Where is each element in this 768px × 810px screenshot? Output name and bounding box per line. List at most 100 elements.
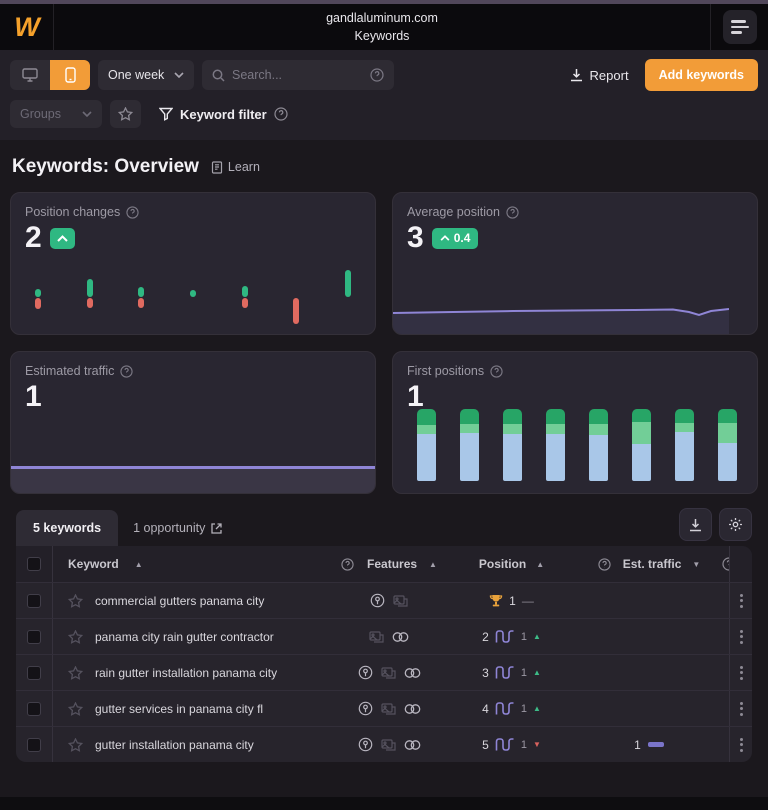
trend-up-badge: [50, 228, 75, 249]
row-checkbox[interactable]: [27, 702, 41, 716]
header-est-traffic[interactable]: Est. traffic▼: [569, 546, 729, 582]
first-positions-bar: [546, 409, 565, 481]
page-title: Keywords: Overview: [12, 156, 199, 178]
header-features[interactable]: Features▲: [324, 546, 454, 582]
row-est-traffic-cell: [569, 583, 729, 618]
header-position-label: Position: [479, 557, 526, 571]
chevron-up-icon: [57, 235, 68, 242]
image-icon: [381, 666, 396, 680]
tabs-row: 5 keywords 1 opportunity: [16, 508, 752, 546]
help-circle-icon[interactable]: [274, 107, 288, 121]
position-change-value: 1: [521, 703, 527, 715]
tab-keywords[interactable]: 5 keywords: [16, 510, 118, 546]
help-circle-icon[interactable]: [370, 68, 384, 82]
row-menu-button[interactable]: [736, 590, 747, 612]
position-value: 3: [482, 666, 489, 680]
table-row[interactable]: rain gutter installation panama city 31▲: [16, 654, 752, 690]
trend-up-badge: 0.4: [432, 228, 479, 249]
row-actions-cell: [729, 619, 752, 654]
first-positions-bar: [632, 409, 651, 481]
whitespark-w-logo-icon: W: [14, 12, 38, 43]
first-positions-bar: [589, 409, 608, 481]
keyword-text[interactable]: rain gutter installation panama city: [95, 666, 277, 680]
card-position-changes: Position changes 2: [10, 192, 376, 335]
row-checkbox[interactable]: [27, 666, 41, 680]
row-keyword-cell: panama city rain gutter contractor: [52, 619, 324, 654]
header-checkbox-cell: [16, 546, 52, 582]
average-position-line-chart: [393, 288, 729, 334]
row-checkbox-cell: [16, 691, 52, 726]
keyword-text[interactable]: commercial gutters panama city: [95, 594, 264, 608]
row-menu-button[interactable]: [736, 662, 747, 684]
mobile-toggle-button[interactable]: [50, 60, 90, 90]
card-value: 3: [407, 221, 424, 255]
position-change-bar-pair: [242, 271, 248, 323]
select-all-checkbox[interactable]: [27, 557, 41, 571]
row-checkbox[interactable]: [27, 594, 41, 608]
header-position[interactable]: Position▲: [454, 546, 569, 582]
help-circle-icon[interactable]: [120, 365, 133, 378]
row-checkbox[interactable]: [27, 630, 41, 644]
add-keywords-button[interactable]: Add keywords: [645, 59, 758, 91]
table-row[interactable]: panama city rain gutter contractor 21▲: [16, 618, 752, 654]
row-actions-cell: [729, 583, 752, 618]
position-sparkline: [495, 665, 515, 680]
card-title: Estimated traffic: [25, 364, 114, 378]
help-circle-icon[interactable]: [490, 365, 503, 378]
card-value: 2: [25, 221, 42, 255]
row-features-cell: [324, 655, 454, 690]
report-button[interactable]: Report: [562, 64, 637, 87]
row-menu-button[interactable]: [736, 734, 747, 756]
tab-keywords-label: 5 keywords: [33, 521, 101, 535]
tab-opportunity[interactable]: 1 opportunity: [118, 510, 237, 546]
search-input[interactable]: Search...: [202, 60, 394, 90]
row-menu-button[interactable]: [736, 626, 747, 648]
keyword-filter-button[interactable]: Keyword filter: [159, 107, 288, 122]
row-checkbox[interactable]: [27, 738, 41, 752]
header-section: Keywords: [54, 27, 710, 45]
row-position-cell: 41▲: [454, 691, 569, 726]
learn-link[interactable]: Learn: [211, 160, 260, 174]
star-icon[interactable]: [68, 702, 83, 716]
period-select[interactable]: One week: [98, 60, 194, 90]
app-logo[interactable]: W: [0, 4, 54, 50]
row-keyword-cell: rain gutter installation panama city: [52, 655, 324, 690]
card-average-position: Average position 3 0.4: [392, 192, 758, 335]
row-menu-button[interactable]: [736, 698, 747, 720]
groups-select[interactable]: Groups: [10, 100, 102, 128]
table-row[interactable]: gutter installation panama city 51▼ 1: [16, 726, 752, 762]
map-pack-icon: [370, 593, 385, 608]
export-button[interactable]: [679, 508, 712, 541]
toolbar-row-primary: One week Search... Report Add keywords: [10, 59, 758, 91]
table-body: commercial gutters panama city 1— panama…: [16, 582, 752, 762]
table-settings-button[interactable]: [719, 508, 752, 541]
help-circle-icon[interactable]: [126, 206, 139, 219]
star-icon[interactable]: [68, 630, 83, 644]
keyword-text[interactable]: gutter services in panama city fl: [95, 702, 263, 716]
header-keyword[interactable]: Keyword▲: [52, 546, 324, 582]
hamburger-menu-button[interactable]: [723, 10, 757, 44]
help-circle-icon[interactable]: [506, 206, 519, 219]
desktop-icon: [22, 68, 38, 82]
desktop-toggle-button[interactable]: [10, 60, 50, 90]
card-title: Position changes: [25, 205, 120, 219]
star-icon[interactable]: [68, 666, 83, 680]
no-change-dash: —: [522, 594, 534, 608]
table-row[interactable]: commercial gutters panama city 1—: [16, 582, 752, 618]
change-up-icon: ▲: [533, 704, 541, 713]
sort-asc-icon: ▲: [135, 560, 143, 569]
card-estimated-traffic: Estimated traffic 1: [10, 351, 376, 494]
table-row[interactable]: gutter services in panama city fl 41▲: [16, 690, 752, 726]
favorites-filter-button[interactable]: [110, 100, 141, 128]
star-icon[interactable]: [68, 738, 83, 752]
row-position-cell: 51▼: [454, 727, 569, 762]
star-icon[interactable]: [68, 594, 83, 608]
keyword-text[interactable]: gutter installation panama city: [95, 738, 254, 752]
help-circle-icon: [341, 558, 354, 571]
first-positions-stacked-chart: [417, 407, 737, 481]
keyword-text[interactable]: panama city rain gutter contractor: [95, 630, 274, 644]
first-positions-bar: [675, 409, 694, 481]
position-sparkline: [495, 701, 515, 716]
main-content: Keywords: Overview Learn Position change…: [0, 140, 768, 797]
link-icon: [404, 703, 421, 715]
